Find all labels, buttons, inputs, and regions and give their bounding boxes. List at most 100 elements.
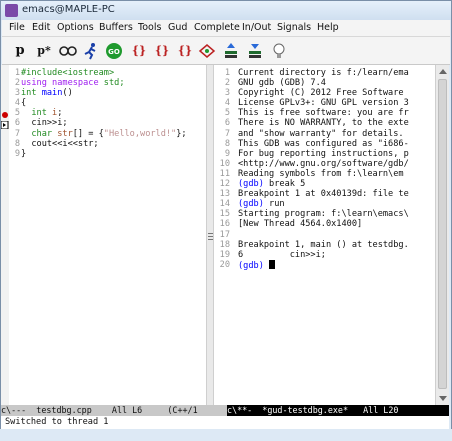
source-line-number: 4 <box>14 98 20 109</box>
source-buffer[interactable]: 123456789 #include<iostream> using namesp… <box>1 65 206 405</box>
gdb-line-number: 4 <box>224 98 230 109</box>
braces-icon: {} <box>177 44 193 57</box>
gdb-line-number: 11 <box>219 168 230 179</box>
menu-bar: File Edit Options Buffers Tools Gud Comp… <box>2 20 450 37</box>
menu-buffers[interactable]: Buffers <box>99 22 133 33</box>
gdb-line: Breakpoint 1, main () at testdbg. <box>238 240 409 250</box>
source-token: #include<iostream> <box>21 68 115 78</box>
gdb-token: This is free software: you are fr <box>238 108 409 119</box>
menu-options[interactable]: Options <box>57 22 94 33</box>
source-line-number: 8 <box>14 138 20 149</box>
menu-help[interactable]: Help <box>317 22 339 33</box>
gdb-line-number: 7 <box>224 128 230 139</box>
help-button[interactable] <box>270 41 288 61</box>
source-line: int i; <box>21 108 187 118</box>
gdb-token: Current directory is f:/learn/ema <box>238 68 409 78</box>
step-button[interactable]: {} <box>130 41 148 61</box>
window-divider[interactable] <box>206 65 214 405</box>
source-line-number: 3 <box>14 88 20 99</box>
menu-in-out[interactable]: In/Out <box>242 22 271 33</box>
title-bar: emacs@MAPLE-PC <box>1 1 451 20</box>
source-token: using <box>21 78 53 89</box>
menu-file[interactable]: File <box>9 22 25 33</box>
glasses-icon <box>59 46 77 56</box>
gdb-line-number: 17 <box>219 229 230 240</box>
braces-icon: {} <box>154 44 170 57</box>
gdb-line-number: 2 <box>224 78 230 89</box>
emacs-icon <box>5 4 18 17</box>
down-button[interactable] <box>246 41 264 61</box>
gdb-line: [New Thread 4564.0x1400] <box>238 219 409 229</box>
svg-text:GO: GO <box>108 48 120 56</box>
source-line-number: 6 <box>14 118 20 129</box>
next-button[interactable]: {} <box>153 41 171 61</box>
menu-edit[interactable]: Edit <box>32 22 50 33</box>
vertical-scrollbar[interactable] <box>435 65 449 405</box>
menu-signals[interactable]: Signals <box>277 22 311 33</box>
gdb-token: GNU gdb (GDB) 7.4 <box>238 78 326 89</box>
gdb-line-number: 15 <box>219 209 230 220</box>
scroll-thumb[interactable] <box>438 79 447 389</box>
source-token: char <box>21 128 58 139</box>
gdb-line: (gdb) <box>238 259 409 271</box>
source-token: ; <box>57 108 63 119</box>
go-icon: GO <box>106 43 122 59</box>
source-line: int main() <box>21 88 187 98</box>
gdb-line-number: 18 <box>219 239 230 250</box>
gdb-token: Starting program: f:\learn\emacs\ <box>238 209 409 220</box>
gdb-line: Breakpoint 1 at 0x40139d: file te <box>238 189 409 199</box>
toolbar: p p* GO {} {} {} <box>2 37 450 65</box>
gdb-token: (gdb) <box>238 179 270 190</box>
gdb-line-number: 12 <box>219 179 230 190</box>
source-line: using namespace std; <box>21 78 187 88</box>
source-token: } <box>21 148 27 159</box>
gdb-line: 6 cin>>i; <box>238 250 409 260</box>
source-line: #include<iostream> <box>21 68 187 78</box>
gdb-buffer[interactable]: 1 2 3 4 5 6 7 8 9 10 11 12 13 14 15 16 17 18 19 20 Current … <box>214 65 435 405</box>
gdb-token: (gdb) <box>238 199 270 210</box>
gdb-line-number: 3 <box>224 88 230 99</box>
print-button[interactable]: p <box>11 41 29 61</box>
menu-gud[interactable]: Gud <box>168 22 187 33</box>
source-token: [] = { <box>72 128 104 139</box>
gdb-line-number: 14 <box>219 199 230 210</box>
gdb-line: Current directory is f:/learn/ema <box>238 68 409 78</box>
source-token: namespace <box>52 78 104 89</box>
menu-complete[interactable]: Complete <box>194 22 240 33</box>
gdb-token: [New Thread 4564.0x1400] <box>238 219 363 230</box>
source-token: () <box>62 88 73 99</box>
scroll-up-icon[interactable] <box>439 69 447 74</box>
braces-icon: {} <box>131 44 147 57</box>
source-line: cout<<i<<str; <box>21 139 187 149</box>
menu-tools[interactable]: Tools <box>138 22 161 33</box>
gdb-line: Starting program: f:\learn\emacs\ <box>238 209 409 219</box>
go-button[interactable]: GO <box>105 41 123 61</box>
print-star-button[interactable]: p* <box>35 41 53 61</box>
source-line-number: 7 <box>14 128 20 139</box>
gdb-line: This GDB was configured as "i686- <box>238 139 409 149</box>
source-line: char str[] = {"Hello,world!"}; <box>21 128 186 139</box>
source-token: "Hello,world!" <box>103 128 177 139</box>
gdb-line: and "show warranty" for details. <box>238 129 409 139</box>
gdb-line: (gdb) break 5 <box>238 179 409 189</box>
stack-down-icon <box>249 44 261 58</box>
running-man-icon <box>84 43 96 60</box>
gdb-line: License GPLv3+: GNU GPL version 3 <box>238 98 409 108</box>
gdb-line: There is NO WARRANTY, to the exte <box>238 118 409 128</box>
gdb-token: Breakpoint 1, main () at testdbg. <box>238 239 409 250</box>
watch-button[interactable] <box>59 41 77 61</box>
echo-area: Switched to thread 1 <box>1 416 449 429</box>
gdb-token: and "show warranty" for details. <box>238 128 404 139</box>
gdb-line-number: 8 <box>224 138 230 149</box>
finish-button[interactable] <box>198 41 216 61</box>
up-button[interactable] <box>222 41 240 61</box>
gdb-line-number: 19 <box>219 249 230 260</box>
gdb-line-number: 1 <box>224 68 230 78</box>
source-line-number: 9 <box>14 148 20 159</box>
until-button[interactable]: {} <box>176 41 194 61</box>
run-button[interactable] <box>82 41 100 61</box>
gdb-line: This is free software: you are fr <box>238 108 409 118</box>
scroll-down-icon[interactable] <box>439 396 447 401</box>
gdb-line: Copyright (C) 2012 Free Software <box>238 88 409 98</box>
breakpoint-icon <box>2 112 8 118</box>
